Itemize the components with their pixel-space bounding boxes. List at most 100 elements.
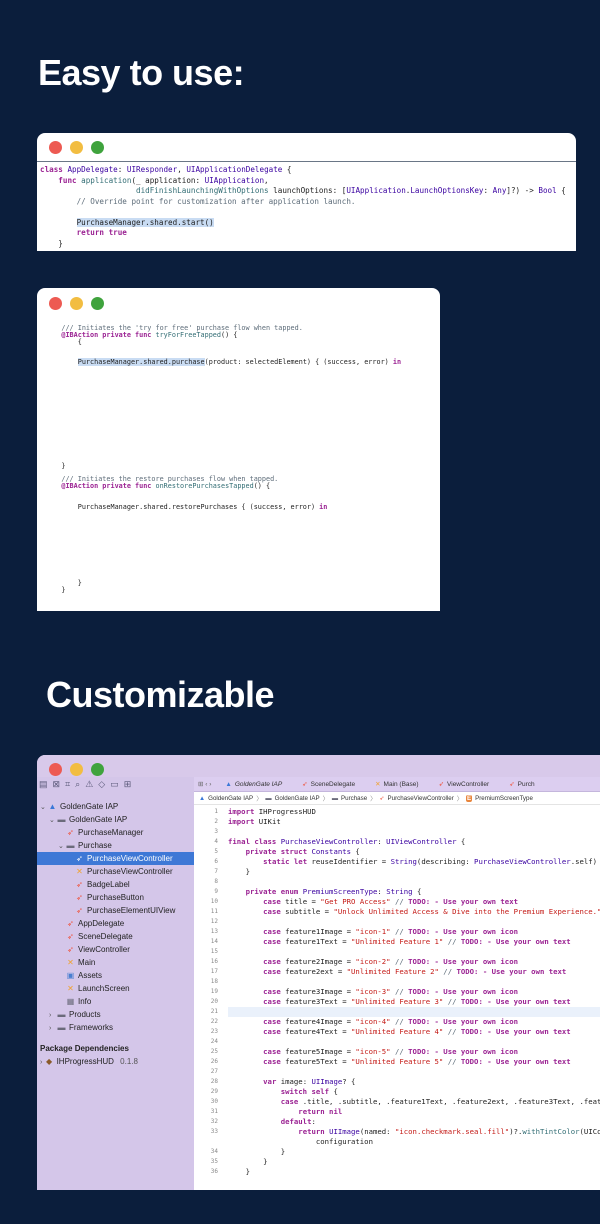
line-number-gutter: 1 2 3 4 5 6 7 8 9 10 11 12 13 14 15 16 17 18 19 20 21 22 23 24 2… xyxy=(194,807,218,1177)
tests-icon[interactable]: ◇ xyxy=(98,779,105,790)
code-token: "icon-2" xyxy=(355,957,391,966)
close-window-button[interactable] xyxy=(49,296,62,310)
breadcrumb-item[interactable]: PremiumScreenType xyxy=(475,795,533,802)
line-number: 36 xyxy=(210,1168,218,1175)
navigator-item-label: PurchaseManager xyxy=(78,828,144,837)
navigator-item[interactable]: ➶ PurchaseViewController xyxy=(37,852,194,865)
code-token: LaunchOptionsKey xyxy=(410,186,484,195)
folder-icon: ▬ xyxy=(331,794,338,802)
navigator-item[interactable]: ➶ AppDelegate xyxy=(37,917,194,930)
close-window-button[interactable] xyxy=(49,140,62,154)
source-code[interactable]: import IHProgressHUD import UIKit final cl… xyxy=(228,807,600,1177)
code-token: TODO: - Use your own text xyxy=(460,1027,571,1036)
code-token: String xyxy=(390,857,417,866)
navigator-item[interactable]: ➶ PurchaseManager xyxy=(37,826,194,839)
editor-tab[interactable]: ➶ Purch xyxy=(499,780,544,789)
code-line: configuration xyxy=(228,1137,600,1147)
xib-file-icon: ✕ xyxy=(67,958,74,967)
xcode-window: ▤ ⊠ ⌗ ⌕ ⚠ ◇ ▭ ⊞ ⌄ ▲ GoldenGate IAP ⌄ ▬ GoldenGate IA… xyxy=(37,755,600,1190)
minimize-window-button[interactable] xyxy=(70,140,83,154)
breakpoints-icon[interactable]: ⊞ xyxy=(124,779,132,790)
code-line: case feature3Text = "Unlimited Feature 3… xyxy=(228,997,600,1007)
code-token: UIResponder xyxy=(126,165,178,174)
swift-file-icon: ➶ xyxy=(302,781,308,788)
zoom-window-button[interactable] xyxy=(91,140,104,154)
code-line: case .title, .subtitle, .feature1Text, .… xyxy=(228,1097,600,1107)
navigator-item[interactable]: ▣ Assets xyxy=(37,969,194,982)
navigator-item[interactable]: ✕ LaunchScreen xyxy=(37,982,194,995)
navigator-item[interactable]: ⌄ ▬ Purchase xyxy=(37,839,194,852)
navigator-item[interactable]: ➶ SceneDelegate xyxy=(37,930,194,943)
navigator-item[interactable]: ➶ PurchaseElementUIView xyxy=(37,904,194,917)
navigator-item[interactable]: ⌄ ▬ GoldenGate IAP xyxy=(37,813,194,826)
navigator-item[interactable]: › ▬ Frameworks xyxy=(37,1021,194,1034)
code-token: func xyxy=(58,175,82,185)
app-icon: ▲ xyxy=(225,780,232,788)
issues-icon[interactable]: ⚠ xyxy=(85,779,93,790)
minimize-window-button[interactable] xyxy=(70,762,83,776)
breadcrumb-item[interactable]: GoldenGate IAP xyxy=(208,795,253,802)
code-token: { xyxy=(333,1087,338,1096)
package-item[interactable]: › ◆ IHProgressHUD 0.1.8 xyxy=(37,1055,194,1068)
chevron-right-icon[interactable]: › xyxy=(49,1022,57,1035)
line-number: 21 xyxy=(210,1008,218,1015)
code-line: case feature2ext = "Unlimited Feature 2"… xyxy=(228,967,600,977)
debug-icon[interactable]: ▭ xyxy=(110,779,119,790)
files-icon[interactable]: ▤ xyxy=(39,779,48,790)
code-token: (describing: xyxy=(416,857,475,866)
project-navigator: ▤ ⊠ ⌗ ⌕ ⚠ ◇ ▭ ⊞ ⌄ ▲ GoldenGate IAP ⌄ ▬ GoldenGate IA… xyxy=(37,777,194,1190)
code-token: default xyxy=(280,1117,312,1126)
zoom-window-button[interactable] xyxy=(91,296,104,310)
code-token: // xyxy=(390,1047,409,1056)
symbols-icon[interactable]: ⌗ xyxy=(65,779,70,790)
zoom-window-button[interactable] xyxy=(91,762,104,776)
code-token: : xyxy=(377,837,387,846)
code-token: PremiumScreenType xyxy=(302,887,378,896)
navigator-item[interactable]: ▦ Info xyxy=(37,995,194,1008)
code-token: ]?) -> xyxy=(506,186,539,195)
search-icon[interactable]: ⌕ xyxy=(75,779,80,790)
editor-tab[interactable]: ✕ Main (Base) xyxy=(365,780,429,789)
code-token: case xyxy=(263,957,286,966)
navigator-item[interactable]: ✕ Main xyxy=(37,956,194,969)
close-window-button[interactable] xyxy=(49,762,62,776)
editor-tab[interactable]: ➶ ViewController xyxy=(429,780,500,789)
code-line: } xyxy=(228,1157,600,1167)
code-token: launchOptions: [ xyxy=(268,186,347,195)
code-token: { xyxy=(556,186,566,195)
editor-tab[interactable]: ▲ GoldenGate IAP xyxy=(215,781,292,788)
breadcrumb-item[interactable]: Purchase xyxy=(341,795,367,802)
navigator-item[interactable]: ➶ ViewController xyxy=(37,943,194,956)
source-control-icon[interactable]: ⊠ xyxy=(53,779,61,790)
navigator-item[interactable]: ⌄ ▲ GoldenGate IAP xyxy=(37,800,194,813)
minimize-window-button[interactable] xyxy=(70,296,83,310)
editor-tab-label: ViewController xyxy=(447,780,490,788)
line-number: 35 xyxy=(210,1158,218,1165)
editor-tab[interactable]: ➶ SceneDelegate xyxy=(292,780,365,789)
code-token: TODO: - Use your own text xyxy=(460,937,571,946)
breadcrumb-item[interactable]: PurchaseViewController xyxy=(388,795,454,802)
breadcrumb-item[interactable]: GoldenGate IAP xyxy=(275,795,320,802)
line-number: 9 xyxy=(214,888,218,895)
code-token: // xyxy=(390,1017,409,1026)
assets-icon: ▣ xyxy=(66,971,75,980)
navigator-item[interactable]: ✕ PurchaseViewController xyxy=(37,865,194,878)
navigator-item[interactable]: ➶ PurchaseButton xyxy=(37,891,194,904)
navigator-item[interactable]: › ▬ Products xyxy=(37,1008,194,1021)
code-token: String xyxy=(386,887,413,896)
navigator-item[interactable]: ➶ BadgeLabel xyxy=(37,878,194,891)
editor-nav-controls[interactable]: ⊞ ‹ › xyxy=(194,780,215,788)
